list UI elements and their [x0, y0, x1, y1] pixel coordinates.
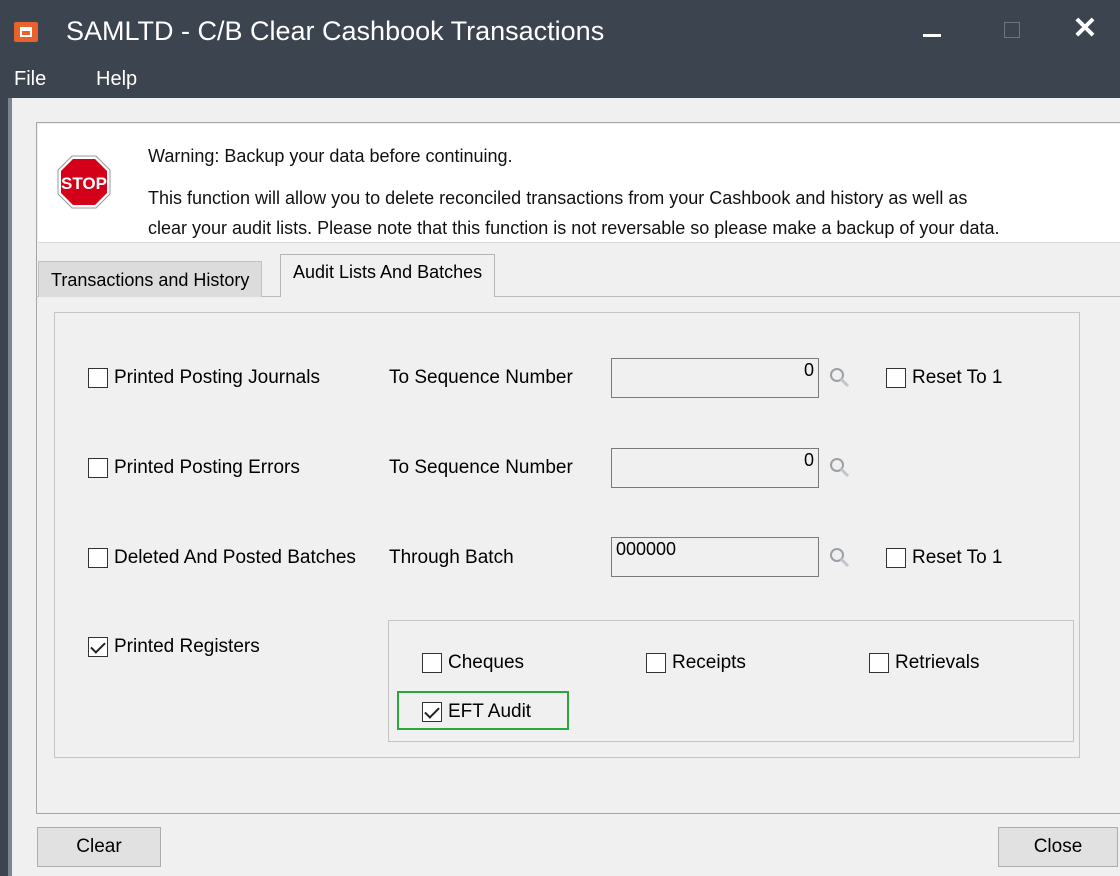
checkbox-label: Reset To 1 [912, 547, 1003, 568]
checkbox-box[interactable] [886, 548, 906, 568]
batches-field-label: Through Batch [389, 547, 514, 568]
errors-field-label: To Sequence Number [389, 457, 573, 478]
maximize-button[interactable] [978, 0, 1048, 64]
printed-registers-checkbox[interactable]: Printed Registers [88, 636, 260, 658]
errors-sequence-input[interactable]: 0 [611, 448, 819, 488]
checkbox-label: Receipts [672, 652, 746, 673]
warning-title: Warning: Backup your data before continu… [148, 146, 513, 166]
printed-posting-errors-checkbox[interactable]: Printed Posting Errors [88, 457, 300, 479]
window-title: SAMLTD - C/B Clear Cashbook Transactions [66, 16, 605, 46]
deleted-posted-batches-checkbox[interactable]: Deleted And Posted Batches [88, 547, 356, 569]
stop-sign-text: STOP [61, 174, 107, 193]
checkbox-label: Printed Registers [114, 636, 260, 657]
journals-field-label: To Sequence Number [389, 367, 573, 388]
tab-audit-lists-batches[interactable]: Audit Lists And Batches [280, 254, 496, 297]
tab-transactions-history[interactable]: Transactions and History [38, 261, 263, 297]
batches-reset-checkbox[interactable]: Reset To 1 [886, 547, 1002, 569]
checkbox-box[interactable] [422, 653, 442, 673]
cheques-checkbox[interactable]: Cheques [422, 652, 524, 674]
app-icon [14, 22, 38, 42]
receipts-checkbox[interactable]: Receipts [646, 652, 746, 674]
window-close-button[interactable]: ✕ [1050, 0, 1120, 64]
stop-sign-icon: STOP [57, 155, 111, 209]
menu-file[interactable]: File [14, 68, 46, 91]
eft-audit-checkbox[interactable]: EFT Audit [422, 701, 531, 723]
checkbox-box[interactable] [88, 368, 108, 388]
close-button[interactable]: Close [998, 827, 1118, 867]
checkbox-box[interactable] [886, 368, 906, 388]
finder-magnifier-icon[interactable] [828, 366, 850, 388]
warning-text-line2: clear your audit lists. Please note that… [148, 218, 1000, 238]
dialog-body: STOP Warning: Backup your data before co… [12, 98, 1120, 876]
menu-bar: File Help [0, 64, 1120, 98]
checkbox-box[interactable] [646, 653, 666, 673]
checkbox-label: Cheques [448, 652, 525, 673]
checkbox-label: Printed Posting Journals [114, 367, 320, 388]
menu-help[interactable]: Help [96, 68, 137, 91]
journals-sequence-input[interactable]: 0 [611, 358, 819, 398]
checkbox-box[interactable] [869, 653, 889, 673]
checkbox-box[interactable] [88, 458, 108, 478]
checkbox-label: Printed Posting Errors [114, 457, 300, 478]
finder-magnifier-icon[interactable] [828, 546, 850, 568]
title-bar: SAMLTD - C/B Clear Cashbook Transactions… [0, 0, 1120, 64]
window-frame [0, 98, 12, 876]
checkbox-box[interactable] [88, 548, 108, 568]
minimize-button[interactable] [898, 0, 968, 64]
checkbox-label: Reset To 1 [912, 367, 1003, 388]
checkbox-label: EFT Audit [448, 701, 532, 722]
finder-magnifier-icon[interactable] [828, 456, 850, 478]
retrievals-checkbox[interactable]: Retrievals [869, 652, 979, 674]
warning-text-line1: This function will allow you to delete r… [148, 188, 968, 208]
warning-box: STOP Warning: Backup your data before co… [38, 124, 1120, 243]
journals-reset-checkbox[interactable]: Reset To 1 [886, 367, 1002, 389]
clear-button[interactable]: Clear [37, 827, 161, 867]
checkbox-label: Deleted And Posted Batches [114, 547, 356, 568]
printed-posting-journals-checkbox[interactable]: Printed Posting Journals [88, 367, 320, 389]
checkbox-box[interactable] [88, 637, 108, 657]
checkbox-label: Retrievals [895, 652, 980, 673]
checkbox-box[interactable] [422, 702, 442, 722]
through-batch-input[interactable]: 000000 [611, 537, 819, 577]
